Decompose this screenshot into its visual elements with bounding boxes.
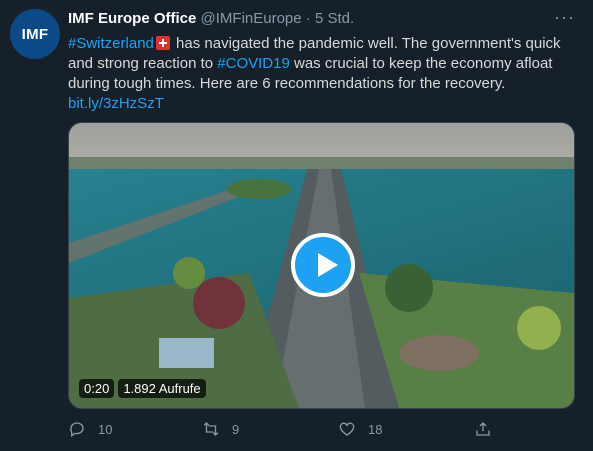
video-badges: 0:20 1.892 Aufrufe [79,379,206,398]
like-button[interactable]: 18 [338,420,382,438]
video-duration: 0:20 [79,379,115,398]
timestamp[interactable]: 5 Std. [315,10,354,27]
swiss-flag-icon [155,36,170,50]
reply-count: 10 [98,421,113,437]
reply-button[interactable]: 10 [68,420,112,438]
heart-icon [339,422,355,436]
reply-icon [70,422,84,438]
display-name[interactable]: IMF Europe Office [68,10,196,27]
more-options-icon[interactable]: ··· [554,8,575,26]
separator-dot: · [305,10,311,27]
hashtag-switzerland[interactable]: #Switzerland [68,35,154,52]
tweet-text: #Switzerland has navigated the pandemic … [68,34,568,114]
share-button[interactable] [474,420,492,438]
avatar-logo-text: IMF [21,25,49,43]
play-button[interactable] [291,233,355,297]
tweet-actions: 10 9 18 [68,420,498,442]
like-count: 18 [368,421,383,437]
video-player[interactable]: 0:20 1.892 Aufrufe [68,122,575,409]
hashtag-covid19[interactable]: #COVID19 [217,55,290,72]
tweet-header: IMF Europe Office @IMFinEurope · 5 Std. [68,10,354,27]
tweet-link[interactable]: bit.ly/3zHzSzT [68,95,164,112]
retweet-button[interactable]: 9 [202,420,239,438]
user-handle[interactable]: @IMFinEurope [201,10,302,27]
avatar[interactable]: IMF [10,9,60,59]
tweet[interactable]: IMF IMF Europe Office @IMFinEurope · 5 S… [0,0,593,451]
share-icon [476,422,490,436]
video-views: 1.892 Aufrufe [118,379,206,398]
retweet-icon [203,422,219,436]
retweet-count: 9 [232,421,240,437]
